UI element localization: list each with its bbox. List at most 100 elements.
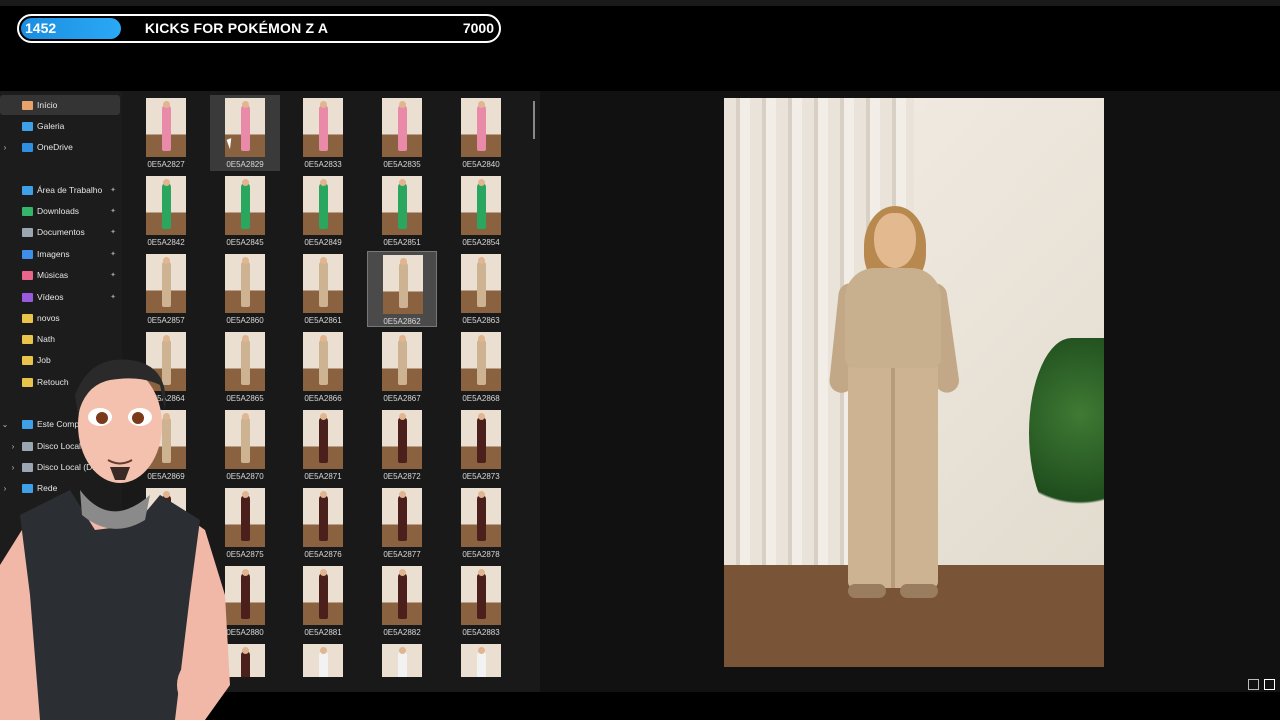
file-thumbnail[interactable]: 0E5A2862 <box>367 251 437 327</box>
file-thumbnail[interactable]: 0E5A2840 <box>446 95 516 171</box>
model-head <box>478 413 485 420</box>
file-thumbnail[interactable]: 0E5A2869 <box>131 407 201 483</box>
file-grid: 0E5A2827 0E5A2829 0E5A2833 0E5A2835 0E5A2840… <box>122 91 537 677</box>
sidebar-item-novos[interactable]: novos <box>0 308 120 328</box>
file-thumbnail[interactable]: 0E5A2877 <box>367 485 437 561</box>
model-figure <box>241 183 250 229</box>
model-face <box>874 213 916 268</box>
file-name: 0E5A2872 <box>383 472 421 481</box>
file-thumbnail[interactable] <box>446 641 516 677</box>
file-thumbnail[interactable] <box>367 641 437 677</box>
pictures-icon <box>22 249 33 259</box>
pin-icon: ✦ <box>110 272 116 279</box>
file-name: 0E5A2862 <box>383 317 421 326</box>
sidebar-item-job[interactable]: Job <box>0 350 120 370</box>
file-thumbnail[interactable]: 0E5A2882 <box>367 563 437 639</box>
goal-target-value: 7000 <box>462 20 494 36</box>
chevron-down-icon[interactable]: ⌄ <box>0 420 10 429</box>
photo-preview <box>461 332 501 391</box>
sidebar-item-documentos[interactable]: Documentos ✦ <box>0 222 120 242</box>
file-thumbnail[interactable] <box>210 641 280 677</box>
file-thumbnail[interactable]: 0E5A2873 <box>446 407 516 483</box>
file-thumbnail[interactable]: 0E5A2860 <box>210 251 280 327</box>
model-head <box>399 335 406 342</box>
file-thumbnail[interactable]: 0E5A2866 <box>288 329 358 405</box>
model-head <box>163 101 170 108</box>
pin-icon: ✦ <box>110 208 116 215</box>
file-name: 0E5A2871 <box>304 472 342 481</box>
chevron-right-icon[interactable]: › <box>0 484 10 493</box>
sidebar-item-disco-local-c-[interactable]: › Disco Local (C:) <box>0 436 120 456</box>
sidebar-item-downloads[interactable]: Downloads ✦ <box>0 201 120 221</box>
large-icons-view-icon[interactable] <box>1264 679 1275 690</box>
file-thumbnail[interactable]: 0E5A2827 <box>131 95 201 171</box>
model-figure <box>319 573 328 619</box>
file-thumbnail[interactable]: 0E5A2871 <box>288 407 358 483</box>
file-thumbnail[interactable]: 0E5A2879 <box>131 563 201 639</box>
download-icon <box>22 206 33 216</box>
file-thumbnail[interactable]: 0E5A2880 <box>210 563 280 639</box>
model-figure <box>477 495 486 541</box>
file-thumbnail[interactable]: 0E5A2875 <box>210 485 280 561</box>
file-name: 0E5A2864 <box>147 394 185 403</box>
file-thumbnail[interactable]: 0E5A2864 <box>131 329 201 405</box>
model-head <box>163 335 170 342</box>
sidebar-item-label: Rede <box>37 483 58 493</box>
sidebar-item-disco-local-d-[interactable]: › Disco Local (D:) <box>0 457 120 477</box>
file-thumbnail[interactable]: 0E5A2881 <box>288 563 358 639</box>
sidebar-item--rea-de-trabalho[interactable]: Área de Trabalho ✦ <box>0 180 120 200</box>
file-thumbnail[interactable] <box>131 641 201 677</box>
model-head <box>163 569 170 576</box>
file-thumbnail[interactable]: 0E5A2863 <box>446 251 516 327</box>
file-name: 0E5A2861 <box>304 316 342 325</box>
photo-preview <box>461 566 501 625</box>
file-thumbnail[interactable] <box>288 641 358 677</box>
sidebar-item-este-computador[interactable]: ⌄ Este Computador <box>0 414 120 434</box>
photo-preview <box>146 644 186 677</box>
file-thumbnail[interactable]: 0E5A2835 <box>367 95 437 171</box>
chevron-right-icon[interactable]: › <box>8 442 18 451</box>
video-icon <box>22 292 33 302</box>
model-head <box>242 335 249 342</box>
sidebar-item-onedrive[interactable]: › OneDrive <box>0 137 120 157</box>
file-thumbnail[interactable]: 0E5A2865 <box>210 329 280 405</box>
file-thumbnail[interactable]: 0E5A2829 <box>210 95 280 171</box>
sidebar-item-m-sicas[interactable]: Músicas ✦ <box>0 265 120 285</box>
file-name: 0E5A2849 <box>304 238 342 247</box>
file-name: 0E5A2870 <box>226 472 264 481</box>
sidebar-item-rede[interactable]: › Rede <box>0 478 120 498</box>
sidebar-item-retouch[interactable]: Retouch <box>0 372 120 392</box>
model-head <box>399 413 406 420</box>
sidebar-item-imagens[interactable]: Imagens ✦ <box>0 244 120 264</box>
sidebar-item-nath[interactable]: Nath <box>0 329 120 349</box>
grid-scrollbar[interactable] <box>533 101 535 139</box>
file-thumbnail[interactable]: 0E5A2854 <box>446 173 516 249</box>
sidebar-item-in-cio[interactable]: Início <box>0 95 120 115</box>
sidebar-item-galeria[interactable]: Galeria <box>0 116 120 136</box>
file-thumbnail[interactable]: 0E5A2874 <box>131 485 201 561</box>
file-thumbnail[interactable]: 0E5A2870 <box>210 407 280 483</box>
file-thumbnail[interactable]: 0E5A2876 <box>288 485 358 561</box>
file-thumbnail[interactable]: 0E5A2849 <box>288 173 358 249</box>
file-name: 0E5A2874 <box>147 550 185 559</box>
file-thumbnail[interactable]: 0E5A2867 <box>367 329 437 405</box>
file-thumbnail[interactable]: 0E5A2833 <box>288 95 358 171</box>
model-figure <box>477 417 486 463</box>
chevron-right-icon[interactable]: › <box>0 143 10 152</box>
file-thumbnail[interactable]: 0E5A2842 <box>131 173 201 249</box>
status-bar <box>0 692 1280 720</box>
file-thumbnail[interactable]: 0E5A2851 <box>367 173 437 249</box>
file-name: 0E5A2879 <box>147 628 185 637</box>
file-thumbnail[interactable]: 0E5A2845 <box>210 173 280 249</box>
file-thumbnail[interactable]: 0E5A2857 <box>131 251 201 327</box>
model-head <box>399 179 406 186</box>
sidebar-item-v-deos[interactable]: Vídeos ✦ <box>0 287 120 307</box>
file-thumbnail[interactable]: 0E5A2883 <box>446 563 516 639</box>
file-thumbnail[interactable]: 0E5A2861 <box>288 251 358 327</box>
file-thumbnail[interactable]: 0E5A2868 <box>446 329 516 405</box>
chevron-right-icon[interactable]: › <box>8 463 18 472</box>
folder-icon <box>22 355 33 365</box>
details-view-icon[interactable] <box>1248 679 1259 690</box>
file-thumbnail[interactable]: 0E5A2872 <box>367 407 437 483</box>
file-thumbnail[interactable]: 0E5A2878 <box>446 485 516 561</box>
